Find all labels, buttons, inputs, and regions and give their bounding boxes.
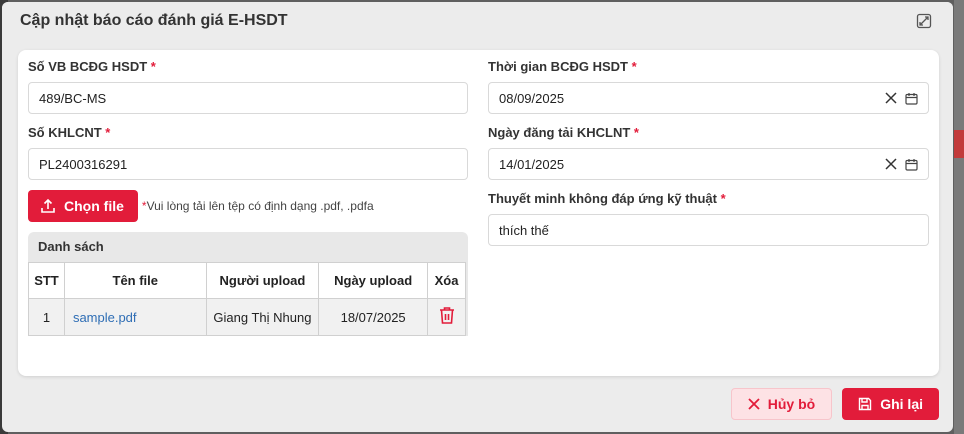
so-khlcnt-value: PL2400316291 [39,156,128,172]
trash-icon[interactable] [438,306,456,328]
choose-file-label: Chọn file [64,198,124,214]
choose-file-button[interactable]: Chọn file [28,190,138,222]
col-header-file-name: Tên file [63,262,207,299]
modal-title: Cập nhật báo cáo đánh giá E-HSDT [20,12,288,29]
save-icon [859,397,872,411]
col-header-delete: Xóa [427,262,466,299]
modal-header: Cập nhật báo cáo đánh giá E-HSDT [2,2,953,40]
modal-footer: Hủy bỏ Ghi lại [730,388,939,420]
file-table: STT Tên file Người upload Ngày upload Xó… [28,262,466,336]
so-vb-input[interactable]: 489/BC-MS [28,82,468,114]
so-khlcnt-label-text: Số KHLCNT [28,125,102,140]
save-label: Ghi lại [880,396,923,412]
required-mark: * [150,59,156,74]
thuyet-minh-input[interactable]: thích thế [488,214,929,246]
calendar-icon[interactable] [905,92,918,105]
upload-row: Chọn file *Vui lòng tải lên tệp có định … [28,190,468,222]
form-left-column: Số VB BCĐG HSDT * 489/BC-MS Số KHLCNT * … [28,58,468,336]
ngay-dang-tai-label: Ngày đăng tải KHCLNT * [488,124,929,142]
save-button[interactable]: Ghi lại [842,388,939,420]
col-header-uploader: Người upload [205,262,320,299]
background-right-edge [954,0,964,434]
so-vb-label: Số VB BCĐG HSDT * [28,58,468,76]
table-header-row: STT Tên file Người upload Ngày upload Xó… [28,262,466,299]
form-card: Số VB BCĐG HSDT * 489/BC-MS Số KHLCNT * … [18,50,939,376]
file-list-panel: Danh sách STT Tên file Người upload Ngày… [28,232,468,336]
required-mark: * [105,125,111,140]
cell-uploader: Giang Thị Nhung [205,298,320,336]
so-vb-label-text: Số VB BCĐG HSDT [28,59,148,74]
ngay-dang-tai-value: 14/01/2025 [499,156,565,172]
required-mark: * [633,125,639,140]
expand-icon[interactable] [913,10,935,32]
thoi-gian-date-picker[interactable]: 08/09/2025 [488,82,929,114]
table-row: 1 sample.pdf Giang Thị Nhung 18/07/2025 [28,298,466,336]
required-mark: * [631,59,637,74]
thoi-gian-label: Thời gian BCĐG HSDT * [488,58,929,76]
thuyet-minh-value: thích thế [499,222,549,238]
form-right-column: Thời gian BCĐG HSDT * 08/09/2025 Ngày đă… [488,58,929,256]
so-khlcnt-label: Số KHLCNT * [28,124,468,142]
thuyet-minh-label: Thuyết minh không đáp ứng kỹ thuật * [488,190,929,208]
cancel-label: Hủy bỏ [767,396,816,412]
col-header-upload-date: Ngày upload [318,262,429,299]
so-vb-value: 489/BC-MS [39,90,107,106]
update-report-modal: Cập nhật báo cáo đánh giá E-HSDT Số VB B… [2,2,953,432]
upload-hint-text: Vui lòng tải lên tệp có định dạng .pdf, … [146,199,374,213]
upload-icon [41,198,55,213]
close-icon [748,398,760,410]
col-header-stt: STT [28,262,65,299]
cell-stt: 1 [28,298,65,336]
file-name-link[interactable]: sample.pdf [63,298,207,336]
required-mark: * [720,191,726,206]
background-red-button-edge [954,130,964,158]
cell-upload-date: 18/07/2025 [318,298,429,336]
ngay-dang-tai-label-text: Ngày đăng tải KHCLNT [488,125,631,140]
thoi-gian-value: 08/09/2025 [499,90,565,106]
so-khlcnt-input[interactable]: PL2400316291 [28,148,468,180]
cancel-button[interactable]: Hủy bỏ [730,388,833,420]
calendar-icon[interactable] [905,158,918,171]
ngay-dang-tai-date-picker[interactable]: 14/01/2025 [488,148,929,180]
close-icon[interactable] [885,92,897,104]
thuyet-minh-label-text: Thuyết minh không đáp ứng kỹ thuật [488,191,717,206]
delete-cell [427,298,466,336]
upload-hint: *Vui lòng tải lên tệp có định dạng .pdf,… [142,199,374,213]
file-list-title: Danh sách [38,239,104,254]
close-icon[interactable] [885,158,897,170]
thoi-gian-label-text: Thời gian BCĐG HSDT [488,59,628,74]
